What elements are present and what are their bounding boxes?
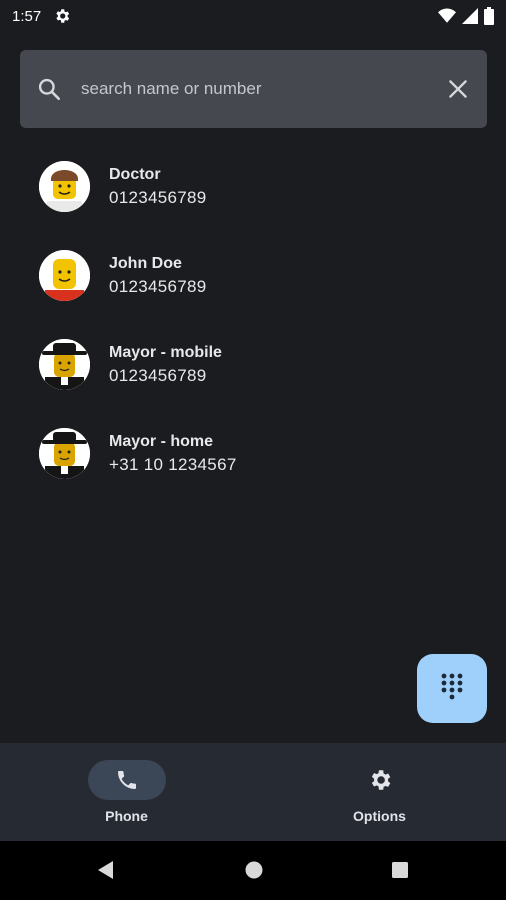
contact-item-mayor-mobile[interactable]: Mayor - mobile 0123456789 — [0, 320, 506, 409]
contact-list: Doctor 0123456789 John Doe 0123456789 Ma… — [0, 142, 506, 498]
dialpad-icon — [440, 672, 464, 705]
dialpad-button[interactable] — [417, 654, 487, 723]
close-icon[interactable] — [445, 76, 471, 102]
contact-number: +31 10 1234567 — [109, 454, 237, 474]
battery-icon — [484, 7, 494, 25]
contact-item-john-doe[interactable]: John Doe 0123456789 — [0, 231, 506, 320]
contact-number: 0123456789 — [109, 276, 207, 296]
contact-item-doctor[interactable]: Doctor 0123456789 — [0, 142, 506, 231]
avatar — [39, 428, 90, 479]
contact-name: Mayor - mobile — [109, 343, 222, 361]
recents-icon[interactable] — [380, 850, 420, 890]
system-navigation-bar — [0, 841, 506, 900]
contact-number: 0123456789 — [109, 365, 207, 385]
avatar — [39, 339, 90, 390]
contact-name: Doctor — [109, 165, 161, 183]
wifi-icon — [438, 8, 456, 24]
nav-item-options[interactable]: Options — [253, 743, 506, 841]
contact-name: Mayor - home — [109, 432, 214, 450]
nav-item-phone[interactable]: Phone — [0, 743, 253, 841]
nav-label-options: Options — [353, 808, 406, 824]
home-icon[interactable] — [234, 850, 274, 890]
bottom-navigation: Phone Options — [0, 743, 506, 841]
search-input[interactable] — [79, 78, 437, 100]
contact-number: 0123456789 — [109, 187, 207, 207]
gear-icon — [341, 760, 419, 800]
avatar — [39, 250, 90, 301]
gear-icon — [53, 7, 71, 25]
status-time: 1:57 — [12, 7, 42, 25]
back-icon[interactable] — [86, 850, 126, 890]
avatar — [39, 161, 90, 212]
signal-icon — [462, 8, 478, 24]
status-bar: 1:57 — [0, 0, 506, 32]
contact-name: John Doe — [109, 254, 182, 272]
phone-icon — [87, 760, 166, 800]
nav-label-phone: Phone — [105, 808, 148, 824]
search-icon[interactable] — [36, 76, 62, 102]
search-bar — [20, 50, 487, 128]
contact-item-mayor-home[interactable]: Mayor - home +31 10 1234567 — [0, 409, 506, 498]
